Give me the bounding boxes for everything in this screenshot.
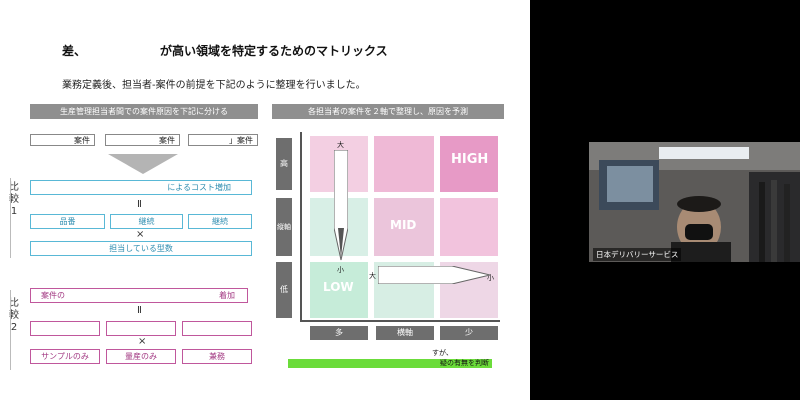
footer-note: すが、 [432,349,453,357]
matrix-high-label: HIGH [451,152,489,167]
compare2-box-2 [106,321,176,336]
participant-name: 日本デリバリーサービス [593,248,682,261]
compare2-sample-box: サンプルのみ [30,349,100,364]
vertical-small-label: 小 [337,266,344,274]
horizontal-small-label: 小 [487,274,494,282]
footer-green-text: 疑の有無を判断 [440,359,489,367]
compare1-molds-box: 担当している型数 [30,241,252,256]
video-feed [589,142,800,262]
compare1-bracket [10,178,11,258]
participant-video-tile[interactable]: 日本デリバリーサービス [589,142,800,262]
x-axis-line [300,320,500,322]
left-section-header: 生産管理担当者間での案件原因を下記に分ける [30,104,258,119]
matrix-mid-label: MID [390,218,417,232]
shared-slide: 差、 が高い領域を特定するためのマトリックス 業務定義後、担当者-案件の前提を下… [0,0,530,400]
compare2-equals: Ⅱ [137,305,142,316]
vertical-wedge-icon [334,150,348,261]
compare1-continue-box-1: 継続 [110,214,183,229]
compare1-times: × [136,229,145,240]
slide-title: が高い領域を特定するためのマトリックス [160,44,388,58]
y-axis-line [300,132,302,322]
compare1-partno-box: 品番 [30,214,105,229]
horizontal-wedge-icon [378,266,491,284]
matrix-cell-r2c3 [440,198,498,256]
slide-subtitle: 業務定義後、担当者-案件の前提を下記のように整理を行いました。 [62,80,366,91]
right-section-header: 各担当者の案件を２軸で整理し、原因を予測 [272,104,504,119]
compare2-box-3 [182,321,252,336]
y-label-low: 低 [276,262,292,318]
vertical-big-label: 大 [337,141,344,149]
y-label-axis: 縦軸 [276,198,292,256]
down-arrow-icon [108,154,178,174]
compare2-both-box: 兼務 [182,349,252,364]
compare1-equals: Ⅱ [137,199,142,210]
compare1-continue-box-2: 継続 [188,214,252,229]
compare1-cost-box: によるコスト増加 [30,180,252,195]
compare2-bracket [10,290,11,370]
x-label-few: 少 [440,326,498,340]
x-label-many: 多 [310,326,368,340]
compare2-mass-box: 量産のみ [106,349,176,364]
compare2-cost-box: 案件の 着加 [30,288,248,303]
slide-title-left: 差、 [62,44,87,58]
compare2-times: × [138,336,147,347]
compare2-box-1 [30,321,100,336]
y-label-high: 高 [276,138,292,190]
case-box-1: 案件 [30,134,95,146]
case-box-3: 」案件 [188,134,258,146]
matrix-cell-r1c2 [374,136,434,192]
x-label-axis: 横軸 [376,326,434,340]
horizontal-big-label: 大 [369,272,376,280]
matrix-low-label: LOW [323,280,354,294]
case-box-2: 案件 [105,134,180,146]
